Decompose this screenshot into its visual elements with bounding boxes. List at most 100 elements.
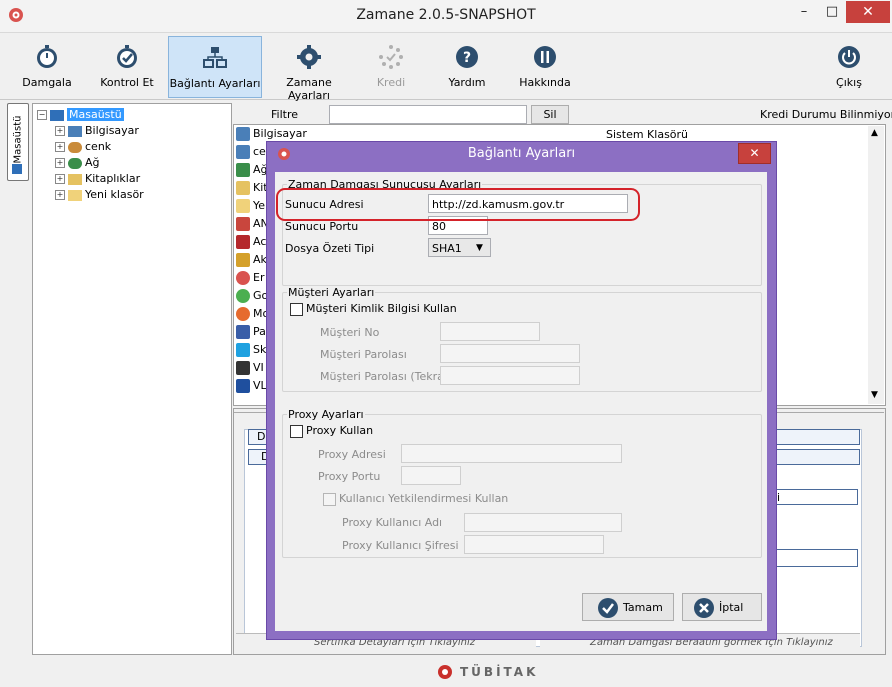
tree-item-label: Kitaplıklar xyxy=(85,172,141,185)
power-icon xyxy=(838,46,860,68)
list-item-label: Pa xyxy=(253,325,266,338)
tree-item-root-label: Masaüstü xyxy=(67,108,124,121)
customer-no-input[interactable] xyxy=(440,322,540,341)
list-item[interactable]: ce xyxy=(236,143,266,161)
toolbar-baglanti-ayarlari-button[interactable]: Bağlantı Ayarları xyxy=(168,36,262,98)
toolbar-yardim-button[interactable]: ? Yardım xyxy=(436,36,498,96)
check-icon xyxy=(598,598,618,618)
maximize-button[interactable]: □ xyxy=(819,1,845,23)
scroll-down-icon[interactable]: ▼ xyxy=(871,390,878,400)
monitor-icon xyxy=(12,164,22,174)
dialog-body: Zaman Damgası Sunucusu Ayarları Sunucu A… xyxy=(275,172,767,631)
list-item-label: Ak xyxy=(253,253,267,266)
list-item[interactable]: Go xyxy=(236,287,268,305)
list-item[interactable]: VL xyxy=(236,377,267,395)
expand-icon[interactable]: + xyxy=(55,190,65,200)
filter-clear-button[interactable]: Sil xyxy=(531,105,569,124)
list-item[interactable]: Mo xyxy=(236,305,269,323)
dialog-close-button[interactable]: ✕ xyxy=(738,143,771,164)
tree-item-cenk[interactable]: + cenk xyxy=(55,139,111,154)
cancel-button[interactable]: İptal xyxy=(682,593,762,621)
list-item[interactable]: Er xyxy=(236,269,264,287)
proxy-port-label: Proxy Portu xyxy=(318,470,381,483)
shortcut-icon xyxy=(236,379,250,393)
firefox-icon xyxy=(236,307,250,321)
customer-password-input[interactable] xyxy=(440,344,580,363)
scroll-up-icon[interactable]: ▲ xyxy=(871,128,878,138)
proxy-auth-checkbox[interactable] xyxy=(323,493,336,506)
customer-credentials-label: Müşteri Kimlik Bilgisi Kullan xyxy=(306,302,457,315)
tree-item-root[interactable]: − Masaüstü xyxy=(37,107,124,122)
computer-icon xyxy=(68,125,82,137)
filter-bar: Filtre Sil Kredi Durumu Bilinmiyor... xyxy=(233,103,892,125)
collapse-icon[interactable]: − xyxy=(37,110,47,120)
server-address-highlight xyxy=(276,188,640,221)
list-item[interactable]: Ac xyxy=(236,233,266,251)
list-item[interactable]: Sk xyxy=(236,341,266,359)
tree-item-yeni-klasor[interactable]: + Yeni klasör xyxy=(55,187,144,202)
list-item-label: Er xyxy=(253,271,265,284)
toolbar-zamane-ayarlari-button[interactable]: Zamane Ayarları xyxy=(266,36,352,102)
minimize-button[interactable]: – xyxy=(791,1,817,23)
proxy-use-checkbox[interactable] xyxy=(290,425,303,438)
list-item[interactable]: VI xyxy=(236,359,264,377)
detail-field-2[interactable] xyxy=(774,549,858,567)
detail-field[interactable]: i xyxy=(774,489,858,505)
proxy-port-input[interactable] xyxy=(401,466,461,485)
tree-item-ag[interactable]: + Ağ xyxy=(55,155,100,170)
side-tab-masaustu[interactable]: Masaüstü xyxy=(7,103,29,181)
shortcut-icon xyxy=(236,271,250,285)
customer-password-repeat-input[interactable] xyxy=(440,366,580,385)
proxy-password-input[interactable] xyxy=(464,535,604,554)
list-item[interactable]: Ağ xyxy=(236,161,268,179)
user-folder-icon xyxy=(68,141,82,153)
tree-item-bilgisayar[interactable]: + Bilgisayar xyxy=(55,123,139,138)
list-item[interactable]: Kit xyxy=(236,179,268,197)
cancel-button-label: İptal xyxy=(719,601,744,614)
shortcut-icon xyxy=(236,361,250,375)
toolbar-zamane-ayarlari-label: Zamane Ayarları xyxy=(286,76,332,102)
svg-text:?: ? xyxy=(463,50,471,66)
toolbar-kredi-button[interactable]: Kredi xyxy=(360,36,422,96)
list-item-label: VI xyxy=(253,361,264,374)
list-item-label: ce xyxy=(253,145,266,158)
window-title-bar: Zamane 2.0.5-SNAPSHOT – □ ✕ xyxy=(0,0,892,33)
tubitak-emblem-icon xyxy=(438,665,452,679)
toolbar-kredi-label: Kredi xyxy=(376,76,406,89)
toolbar-hakkinda-button[interactable]: Hakkında xyxy=(512,36,578,96)
stopwatch-icon xyxy=(37,45,57,68)
toolbar-damgala-label: Damgala xyxy=(22,76,72,89)
ok-button[interactable]: Tamam xyxy=(582,593,674,621)
detail-field-text: i xyxy=(777,491,781,504)
customer-credentials-checkbox[interactable] xyxy=(290,303,303,316)
expand-icon[interactable]: + xyxy=(55,126,65,136)
proxy-address-input[interactable] xyxy=(401,444,622,463)
help-icon: ? xyxy=(456,46,478,68)
desktop-icon xyxy=(50,109,64,121)
expand-icon[interactable]: + xyxy=(55,142,65,152)
close-window-button[interactable]: ✕ xyxy=(846,1,890,23)
computer-icon xyxy=(236,127,250,141)
tree-item-label: Ağ xyxy=(85,156,100,169)
toolbar-damgala-button[interactable]: Damgala xyxy=(14,36,80,96)
filter-input[interactable] xyxy=(329,105,527,124)
gear-icon xyxy=(297,45,321,69)
expand-icon[interactable]: + xyxy=(55,158,65,168)
file-list-scrollbar[interactable]: ▲ ▼ xyxy=(868,126,884,404)
tree-item-kitapliklar[interactable]: + Kitaplıklar xyxy=(55,171,140,186)
toolbar-yardim-label: Yardım xyxy=(448,76,486,89)
customer-group-title: Müşteri Ayarları xyxy=(287,286,376,299)
toolbar-cikis-button[interactable]: Çıkış xyxy=(822,36,876,96)
list-item[interactable]: Ye xyxy=(236,197,265,215)
list-item[interactable]: AN xyxy=(236,215,269,233)
library-icon xyxy=(236,181,250,195)
tubitak-logo: TÜBİTAK xyxy=(436,662,536,682)
chrome-icon xyxy=(236,289,250,303)
expand-icon[interactable]: + xyxy=(55,174,65,184)
toolbar-kontrol-et-button[interactable]: Kontrol Et xyxy=(92,36,162,96)
hash-type-select[interactable]: SHA1 ▼ xyxy=(428,238,491,257)
proxy-password-label: Proxy Kullanıcı Şifresi xyxy=(342,539,459,552)
list-item[interactable]: Ak xyxy=(236,251,267,269)
proxy-user-input[interactable] xyxy=(464,513,622,532)
list-item[interactable]: Pa xyxy=(236,323,266,341)
